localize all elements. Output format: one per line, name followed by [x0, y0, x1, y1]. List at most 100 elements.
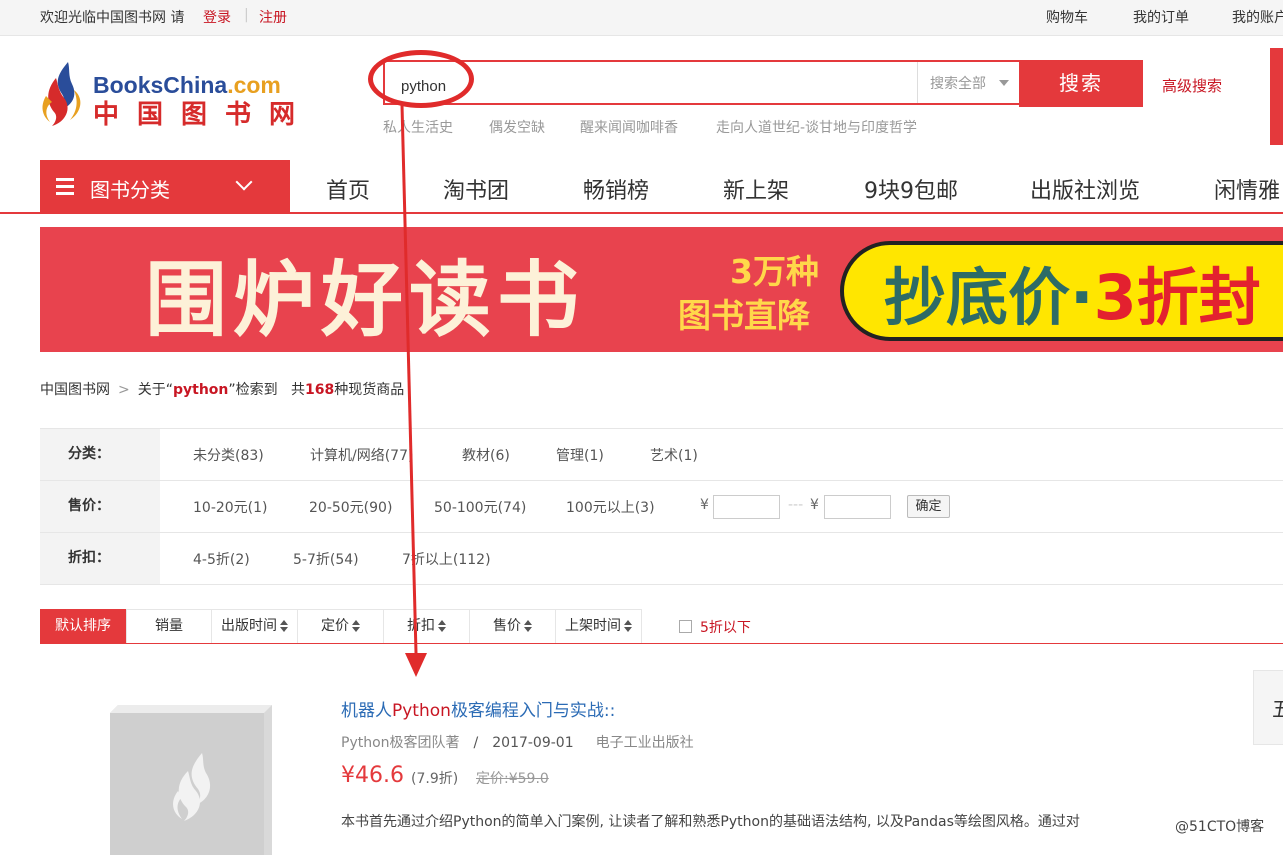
- product-discount: (7.9折): [411, 771, 459, 787]
- filter-option[interactable]: 100元以上(3): [566, 497, 655, 517]
- banner-price-pill: 抄底价·3折封: [840, 241, 1283, 341]
- sort-arrows-icon: [352, 620, 360, 632]
- product-title-keyword: Python: [392, 701, 451, 721]
- top-bar: 欢迎光临中国图书网 请 登录 | 注册 购物车 我的订单 我的账户: [0, 0, 1283, 36]
- sort-bar-divider: [40, 643, 1283, 644]
- product-title-part: 机器人: [341, 701, 392, 721]
- watermark-text: @51CTO博客: [1175, 819, 1265, 835]
- banner-subtitle-count: 3万种: [730, 252, 819, 291]
- filter-option[interactable]: 管理(1): [556, 445, 604, 465]
- breadcrumb-suffix: ”检索到: [228, 382, 278, 398]
- filter-panel: 分类： 未分类(83) 计算机/网络(77) 教材(6) 管理(1) 艺术(1)…: [40, 428, 1283, 585]
- price-max-input[interactable]: [824, 495, 891, 519]
- product-author-link[interactable]: Python极客团队著: [341, 735, 460, 751]
- promo-banner[interactable]: 围炉好读书 3万种 图书直降 抄底价·3折封: [40, 227, 1283, 352]
- filter-option[interactable]: 5-7折(54): [293, 549, 359, 569]
- book-cover-placeholder-image[interactable]: [110, 705, 272, 855]
- nav-item-leisure[interactable]: 闲情雅: [1214, 173, 1280, 205]
- nav-item-bestsellers[interactable]: 畅销榜: [583, 173, 649, 205]
- category-menu-label: 图书分类: [90, 178, 170, 202]
- topbar-divider: |: [244, 7, 249, 23]
- breadcrumb-prefix: 关于“: [137, 382, 173, 398]
- hotword-link[interactable]: 偶发空缺: [489, 117, 545, 137]
- nav-item-publishers[interactable]: 出版社浏览: [1030, 173, 1140, 205]
- half-price-checkbox-label[interactable]: 5折以下: [700, 617, 751, 637]
- filter-row-category: 分类： 未分类(83) 计算机/网络(77) 教材(6) 管理(1) 艺术(1): [40, 429, 1283, 481]
- price-min-input[interactable]: [713, 495, 780, 519]
- sort-default-button[interactable]: 默认排序: [40, 609, 126, 643]
- product-date: 2017-09-01: [492, 735, 574, 751]
- product-meta: Python极客团队著 / 2017-09-01 电子工业出版社: [341, 732, 694, 752]
- filter-option[interactable]: 艺术(1): [650, 445, 698, 465]
- sort-sales-button[interactable]: 销量: [126, 609, 212, 643]
- nav-item-9-9-free-shipping[interactable]: 9块9包邮: [864, 173, 958, 205]
- filter-option[interactable]: 未分类(83): [193, 445, 264, 465]
- product-publisher-link[interactable]: 电子工业出版社: [596, 735, 694, 751]
- sort-label: 售价: [493, 618, 521, 634]
- search-button[interactable]: 搜索: [1019, 60, 1143, 107]
- search-scope-dropdown[interactable]: 搜索全部: [917, 62, 1019, 103]
- side-panel-text: 五: [1272, 697, 1283, 721]
- header-right-ad[interactable]: [1270, 48, 1283, 145]
- breadcrumb-total-prefix: 共: [291, 382, 306, 398]
- breadcrumb: 中国图书网 > 关于“python”检索到 共168种现货商品: [40, 379, 404, 399]
- breadcrumb-home-link[interactable]: 中国图书网: [40, 382, 110, 398]
- my-account-link[interactable]: 我的账户: [1232, 7, 1283, 27]
- sort-shelfdate-button[interactable]: 上架时间: [555, 609, 642, 643]
- annotation-arrow-icon: [400, 105, 427, 677]
- product-title-link[interactable]: 机器人Python极客编程入门与实战::: [341, 696, 615, 721]
- side-panel[interactable]: 五: [1253, 670, 1283, 745]
- product-title-part: 极客编程入门与实战::: [450, 701, 616, 721]
- banner-title: 围炉好读书: [145, 253, 586, 348]
- banner-subtitle-discount: 图书直降: [678, 296, 810, 335]
- breadcrumb-total-suffix: 种现货商品: [334, 382, 405, 398]
- welcome-text: 欢迎光临中国图书网 请: [40, 10, 185, 26]
- hamburger-menu-icon: [56, 178, 74, 195]
- sort-arrows-icon: [624, 620, 632, 632]
- filter-option[interactable]: 20-50元(90): [309, 497, 392, 517]
- search-input[interactable]: [399, 72, 903, 100]
- filter-option[interactable]: 4-5折(2): [193, 549, 250, 569]
- sort-pubdate-button[interactable]: 出版时间: [211, 609, 298, 643]
- filter-option[interactable]: 50-100元(74): [434, 497, 526, 517]
- cart-link[interactable]: 购物车: [1046, 7, 1088, 27]
- sort-price-button[interactable]: 售价: [469, 609, 556, 643]
- filter-row-discount: 折扣： 4-5折(2) 5-7折(54) 7折以上(112): [40, 533, 1283, 585]
- filter-label-category: 分类：: [40, 429, 160, 480]
- filter-label-discount: 折扣：: [40, 533, 160, 584]
- nav-item-group-buy[interactable]: 淘书团: [443, 173, 509, 205]
- banner-pill-text-b: 3折封: [1093, 261, 1261, 334]
- nav-divider: [0, 212, 1283, 214]
- sort-listprice-button[interactable]: 定价: [297, 609, 384, 643]
- logo-chinese[interactable]: 中国图书网: [93, 94, 313, 131]
- price-range-separator: ---: [788, 497, 804, 513]
- chevron-down-icon: [235, 173, 253, 191]
- filter-row-price: 售价： 10-20元(1) 20-50元(90) 50-100元(74) 100…: [40, 481, 1283, 533]
- flame-logo-icon[interactable]: [40, 60, 90, 130]
- sort-arrows-icon: [524, 620, 532, 632]
- advanced-search-link[interactable]: 高级搜索: [1162, 75, 1222, 96]
- category-menu-button[interactable]: 图书分类: [40, 160, 290, 212]
- currency-symbol: ¥: [810, 497, 819, 513]
- sort-arrows-icon: [280, 620, 288, 632]
- product-list-price: 定价:¥59.0: [476, 771, 549, 787]
- result-count: 168: [305, 382, 335, 398]
- breadcrumb-keyword: python: [173, 382, 229, 398]
- hotword-link[interactable]: 醒来闻闻咖啡香: [580, 117, 678, 137]
- filter-option[interactable]: 教材(6): [462, 445, 510, 465]
- sort-label: 上架时间: [565, 618, 621, 634]
- hotword-link[interactable]: 走向人道世纪-谈甘地与印度哲学: [716, 117, 917, 137]
- banner-pill-text-a: 抄底价·: [884, 261, 1094, 334]
- sort-arrows-icon: [438, 620, 446, 632]
- filter-option[interactable]: 10-20元(1): [193, 497, 268, 517]
- sort-label: 定价: [321, 618, 349, 634]
- price-confirm-button[interactable]: 确定: [907, 495, 950, 518]
- sort-label: 出版时间: [221, 618, 277, 634]
- nav-item-new-arrivals[interactable]: 新上架: [723, 173, 789, 205]
- login-link[interactable]: 登录: [203, 7, 231, 27]
- register-link[interactable]: 注册: [259, 7, 287, 27]
- half-price-checkbox[interactable]: [679, 620, 692, 633]
- my-orders-link[interactable]: 我的订单: [1133, 7, 1189, 27]
- meta-separator: /: [473, 735, 479, 751]
- nav-item-home[interactable]: 首页: [326, 173, 370, 205]
